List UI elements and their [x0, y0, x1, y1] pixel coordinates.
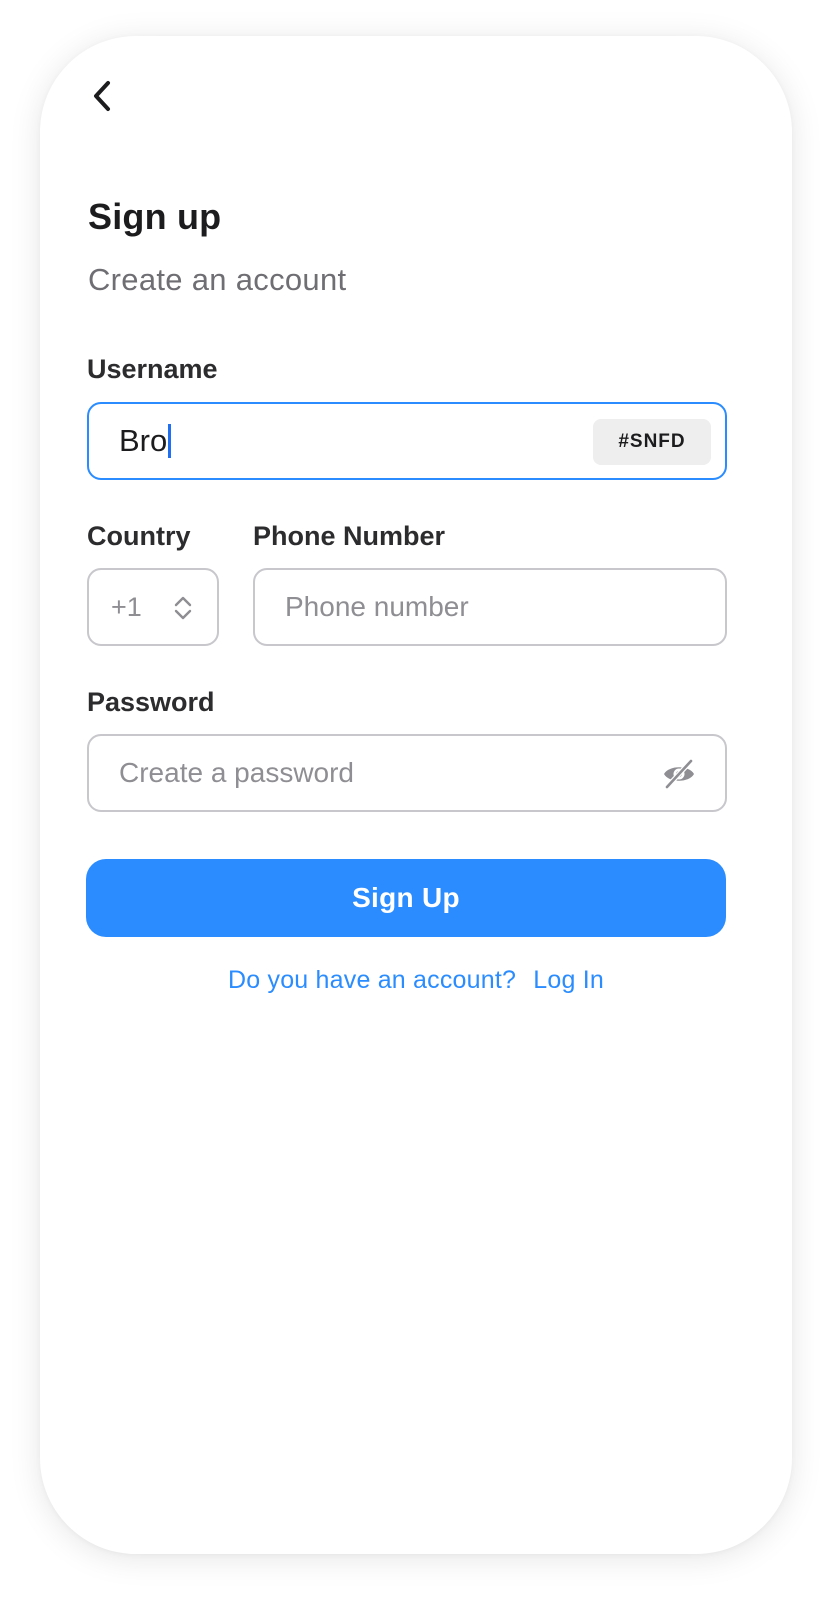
page-title: Sign up [88, 196, 222, 237]
username-field[interactable]: Bro #SNFD [87, 402, 727, 480]
country-code-value: +1 [111, 591, 142, 622]
chevron-left-icon [94, 81, 110, 111]
phone-number-field[interactable]: Phone number [253, 568, 727, 646]
phone-placeholder: Phone number [285, 591, 469, 622]
username-label: Username [87, 354, 218, 384]
password-field[interactable]: Create a password [87, 734, 727, 812]
log-in-link[interactable]: Log In [533, 966, 604, 994]
country-label: Country [87, 521, 191, 551]
signup-card: Sign up Create an account Username Bro #… [40, 36, 792, 1554]
eye-off-icon[interactable] [661, 756, 697, 792]
chevron-up-down-icon [174, 596, 192, 620]
text-caret [168, 424, 172, 458]
password-placeholder: Create a password [119, 757, 355, 788]
username-value-wrap: Bro [119, 423, 172, 459]
page-subtitle: Create an account [88, 262, 347, 297]
country-select[interactable]: +1 [87, 568, 219, 646]
back-button[interactable] [80, 74, 124, 118]
sign-up-button[interactable]: Sign Up [86, 859, 726, 937]
phone-label: Phone Number [253, 521, 446, 551]
login-prompt-text: Do you have an account? [227, 966, 517, 994]
password-label: Password [87, 687, 215, 717]
username-value: Bro [119, 423, 168, 458]
username-tag-badge: #SNFD [593, 419, 711, 465]
login-prompt-row: Do you have an account? Log In [40, 966, 792, 995]
